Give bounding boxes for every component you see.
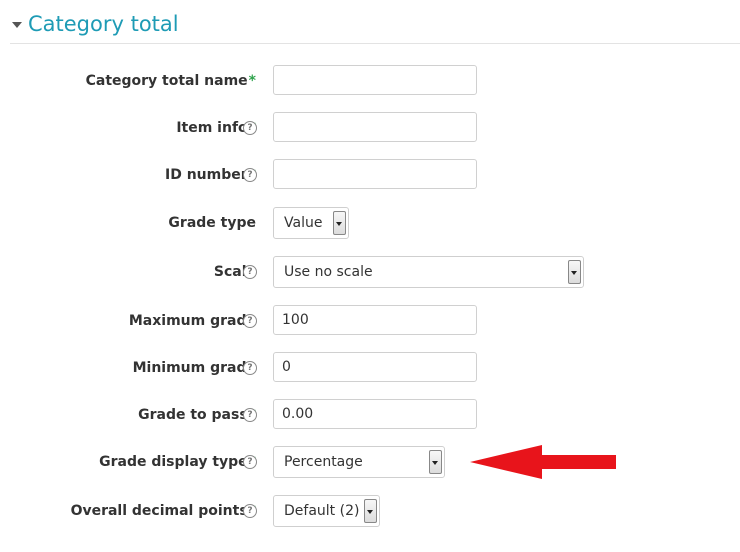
minimum-grade-input[interactable]: 0 bbox=[273, 352, 477, 382]
form-row-scale: Scale ? Use no scale bbox=[0, 256, 740, 288]
id-number-input[interactable] bbox=[273, 159, 477, 189]
help-icon[interactable]: ? bbox=[243, 504, 257, 518]
form-row-grade-type: Grade type Value bbox=[0, 207, 740, 239]
help-icon[interactable]: ? bbox=[243, 121, 257, 135]
help-icon[interactable]: ? bbox=[243, 168, 257, 182]
field-label: Category total name* bbox=[85, 73, 256, 89]
selected-value: Default (2) bbox=[284, 503, 360, 519]
help-icon[interactable]: ? bbox=[243, 314, 257, 328]
dropdown-arrow-icon[interactable] bbox=[568, 260, 581, 284]
selected-value: Percentage bbox=[284, 454, 363, 470]
annotation-arrow-icon bbox=[470, 445, 616, 479]
help-icon[interactable]: ? bbox=[243, 455, 257, 469]
selected-value: Use no scale bbox=[284, 264, 373, 280]
grade-type-select[interactable]: Value bbox=[273, 207, 349, 239]
section-title: Category total bbox=[28, 12, 179, 36]
form-row-category-total-name: Category total name* bbox=[0, 65, 740, 97]
field-label: Minimum grade bbox=[132, 360, 256, 376]
grade-display-type-select[interactable]: Percentage bbox=[273, 446, 445, 478]
selected-value: Value bbox=[284, 215, 323, 231]
section-header[interactable]: Category total bbox=[12, 10, 179, 38]
help-icon[interactable]: ? bbox=[243, 408, 257, 422]
field-label: Maximum grade bbox=[128, 313, 256, 329]
form-row-minimum-grade: Minimum grade ? 0 bbox=[0, 352, 740, 384]
required-marker: * bbox=[248, 73, 256, 89]
overall-decimal-points-select[interactable]: Default (2) bbox=[273, 495, 380, 527]
form-row-grade-display-type: Grade display type* ? Percentage bbox=[0, 446, 740, 478]
form-row-maximum-grade: Maximum grade ? 100 bbox=[0, 305, 740, 337]
divider bbox=[10, 43, 740, 44]
item-info-input[interactable] bbox=[273, 112, 477, 142]
form-row-grade-to-pass: Grade to pass* ? 0.00 bbox=[0, 399, 740, 431]
grade-to-pass-input[interactable]: 0.00 bbox=[273, 399, 477, 429]
field-label: Grade display type* bbox=[99, 446, 256, 478]
dropdown-arrow-icon[interactable] bbox=[429, 450, 442, 474]
field-label: Grade to pass* bbox=[138, 399, 256, 431]
maximum-grade-input[interactable]: 100 bbox=[273, 305, 477, 335]
help-icon[interactable]: ? bbox=[243, 265, 257, 279]
help-icon[interactable]: ? bbox=[243, 361, 257, 375]
category-total-name-input[interactable] bbox=[273, 65, 477, 95]
dropdown-arrow-icon[interactable] bbox=[364, 499, 377, 523]
form-row-item-info: Item info* ? bbox=[0, 112, 740, 144]
collapse-arrow-icon[interactable] bbox=[12, 22, 22, 28]
form-row-overall-decimal-points: Overall decimal points* ? Default (2) bbox=[0, 495, 740, 527]
field-label: Overall decimal points* bbox=[71, 495, 256, 527]
dropdown-arrow-icon[interactable] bbox=[333, 211, 346, 235]
form-row-id-number: ID number* ? bbox=[0, 159, 740, 191]
scale-select[interactable]: Use no scale bbox=[273, 256, 584, 288]
field-label: Grade type bbox=[168, 215, 256, 231]
